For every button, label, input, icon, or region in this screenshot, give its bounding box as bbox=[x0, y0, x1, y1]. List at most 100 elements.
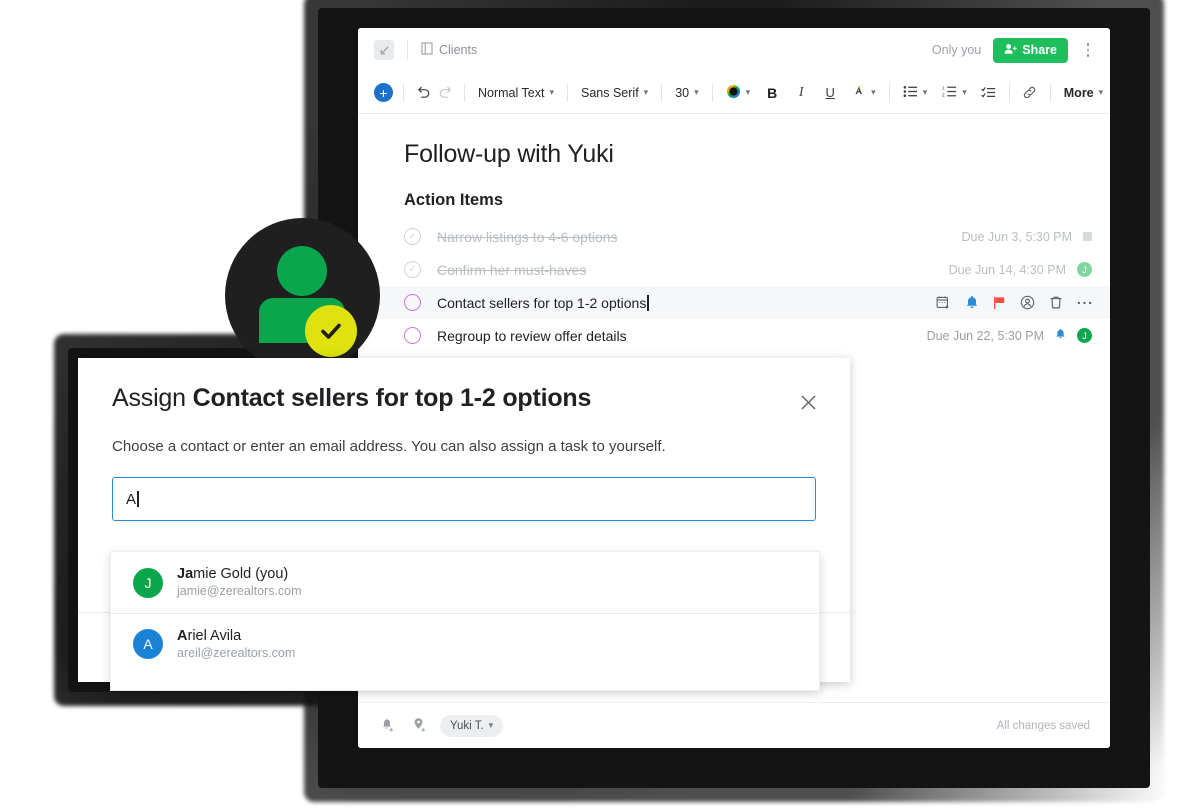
checkbox-checked-icon[interactable]: ✓ bbox=[404, 228, 421, 245]
more-label: More bbox=[1063, 85, 1094, 100]
bold-label: B bbox=[767, 84, 778, 101]
breadcrumb[interactable]: Clients bbox=[421, 42, 477, 58]
contact-name: Ariel Avila bbox=[177, 627, 242, 644]
text-cursor bbox=[137, 491, 139, 507]
toolbar-divider bbox=[1008, 83, 1010, 102]
toolbar-divider bbox=[567, 83, 568, 102]
contact-name: Jamie Gold (you) bbox=[177, 566, 289, 582]
assignee-input[interactable]: A bbox=[112, 477, 816, 521]
dialog-title: Assign Contact sellers for top 1-2 optio… bbox=[112, 384, 591, 413]
share-label: Share bbox=[1022, 43, 1057, 57]
flag-icon[interactable] bbox=[993, 296, 1006, 310]
font-size-dropdown[interactable]: 30 ▾ bbox=[672, 86, 701, 100]
text-cursor bbox=[647, 294, 649, 311]
task-actions bbox=[936, 295, 1092, 310]
checkbox-unchecked-icon[interactable] bbox=[404, 327, 421, 344]
breadcrumb-label: Clients bbox=[439, 43, 478, 57]
text-color-wheel-icon bbox=[726, 84, 741, 102]
font-family-dropdown[interactable]: Sans Serif ▾ bbox=[578, 86, 651, 100]
window-footer: Yuki T. ▾ All changes saved bbox=[358, 702, 1110, 748]
paragraph-style-dropdown[interactable]: Normal Text ▾ bbox=[475, 86, 557, 100]
highlight-dropdown[interactable]: ▾ bbox=[849, 84, 879, 102]
underline-label: U bbox=[825, 85, 835, 100]
share-button[interactable]: Share bbox=[993, 37, 1068, 63]
task-row[interactable]: ✓ Confirm her must-haves Due Jun 14, 4:3… bbox=[358, 253, 1110, 286]
contact-info: Ariel Avila areil@zerealtors.com bbox=[177, 627, 295, 662]
task-row[interactable]: Regroup to review offer details Due Jun … bbox=[358, 319, 1110, 352]
task-row[interactable]: ✓ Narrow listings to 4-6 options Due Jun… bbox=[358, 220, 1110, 253]
person-add-icon bbox=[1004, 43, 1017, 58]
dialog-title-task: Contact sellers for top 1-2 options bbox=[192, 384, 592, 412]
font-size-label: 30 bbox=[675, 85, 690, 100]
screen: Clients Only you Share + Normal Text ▾ S… bbox=[0, 0, 1200, 811]
section-heading: Action Items bbox=[404, 191, 504, 209]
font-family-label: Sans Serif bbox=[581, 85, 639, 100]
close-icon[interactable] bbox=[794, 388, 822, 416]
task-label: Narrow listings to 4-6 options bbox=[437, 228, 618, 245]
italic-label: I bbox=[798, 84, 804, 100]
avatar: A bbox=[133, 629, 163, 659]
contact-suggestions-dropdown: J Jamie Gold (you) jamie@zerealtors.com … bbox=[110, 551, 820, 691]
redo-icon[interactable] bbox=[434, 81, 454, 105]
chevron-down-icon: ▾ bbox=[694, 87, 699, 97]
chevron-down-icon: ▾ bbox=[549, 87, 554, 97]
undo-icon[interactable] bbox=[414, 81, 434, 105]
svg-text:1: 1 bbox=[942, 85, 945, 90]
chevron-down-icon: ▾ bbox=[922, 87, 928, 97]
chevron-down-icon: ▾ bbox=[962, 87, 967, 97]
underline-button[interactable]: U bbox=[820, 81, 840, 105]
checkbox-checked-icon[interactable]: ✓ bbox=[404, 261, 421, 278]
contact-email: areil@zerealtors.com bbox=[177, 645, 296, 660]
collaborator-label: Yuki T. bbox=[450, 719, 484, 732]
avatar[interactable]: J bbox=[1077, 262, 1092, 277]
header-divider bbox=[407, 40, 408, 60]
kebab-menu-icon[interactable] bbox=[1080, 39, 1096, 61]
text-color-dropdown[interactable]: ▾ bbox=[723, 84, 754, 102]
contact-email: jamie@zerealtors.com bbox=[177, 584, 302, 599]
checkbox-unchecked-icon[interactable] bbox=[404, 294, 421, 311]
numbered-list-dropdown[interactable]: 1 2 ▾ bbox=[939, 85, 970, 101]
add-location-icon[interactable] bbox=[408, 715, 430, 737]
numbered-list-icon: 1 2 bbox=[942, 85, 957, 101]
more-options-icon[interactable] bbox=[1077, 300, 1092, 306]
person-check-badge-icon bbox=[225, 218, 380, 373]
task-due: Due Jun 3, 5:30 PM bbox=[961, 229, 1072, 244]
reminder-bell-icon[interactable] bbox=[965, 295, 979, 310]
collapse-arrow-icon[interactable] bbox=[374, 40, 394, 60]
plus-circle-icon[interactable]: + bbox=[374, 83, 393, 102]
task-due: Due Jun 22, 5:30 PM bbox=[926, 328, 1044, 343]
task-row-active[interactable]: Contact sellers for top 1-2 options bbox=[358, 286, 1110, 319]
bold-button[interactable]: B bbox=[762, 81, 782, 105]
svg-text:2: 2 bbox=[942, 92, 945, 97]
more-dropdown[interactable]: More ▾ bbox=[1061, 86, 1106, 100]
assign-person-icon[interactable] bbox=[1020, 295, 1035, 310]
header-left: Clients bbox=[374, 40, 477, 60]
add-reminder-icon[interactable] bbox=[376, 715, 398, 737]
list-item[interactable]: J Jamie Gold (you) jamie@zerealtors.com bbox=[111, 552, 819, 613]
formatting-toolbar: + Normal Text ▾ Sans Serif ▾ 30 ▾ ▾ B I … bbox=[358, 72, 1110, 114]
bulleted-list-dropdown[interactable]: ▾ bbox=[900, 85, 931, 101]
avatar: J bbox=[133, 567, 163, 598]
italic-button[interactable]: I bbox=[791, 81, 811, 105]
badge-head bbox=[277, 246, 327, 296]
reminder-bell-icon[interactable] bbox=[1055, 327, 1066, 345]
task-label: Confirm her must-haves bbox=[437, 261, 587, 278]
bulleted-list-icon bbox=[903, 85, 918, 101]
header-right: Only you Share bbox=[932, 37, 1096, 63]
checklist-icon[interactable] bbox=[979, 81, 999, 105]
task-meta: Due Jun 3, 5:30 PM bbox=[962, 230, 1092, 244]
toolbar-divider bbox=[1049, 83, 1051, 102]
delete-trash-icon[interactable] bbox=[1049, 295, 1063, 310]
link-icon[interactable] bbox=[1020, 81, 1040, 105]
document-icon bbox=[421, 42, 433, 58]
badge-check bbox=[305, 305, 357, 357]
add-to-calendar-icon[interactable] bbox=[936, 295, 951, 310]
list-item[interactable]: A Ariel Avila areil@zerealtors.com bbox=[111, 613, 819, 674]
chevron-down-icon: ▾ bbox=[643, 87, 649, 97]
toolbar-divider bbox=[888, 83, 890, 102]
avatar[interactable]: J bbox=[1077, 328, 1092, 343]
flag-icon[interactable] bbox=[1083, 232, 1092, 241]
highlighter-icon bbox=[852, 84, 866, 102]
collaborator-chip[interactable]: Yuki T. ▾ bbox=[440, 714, 504, 737]
window-header: Clients Only you Share bbox=[358, 28, 1110, 72]
